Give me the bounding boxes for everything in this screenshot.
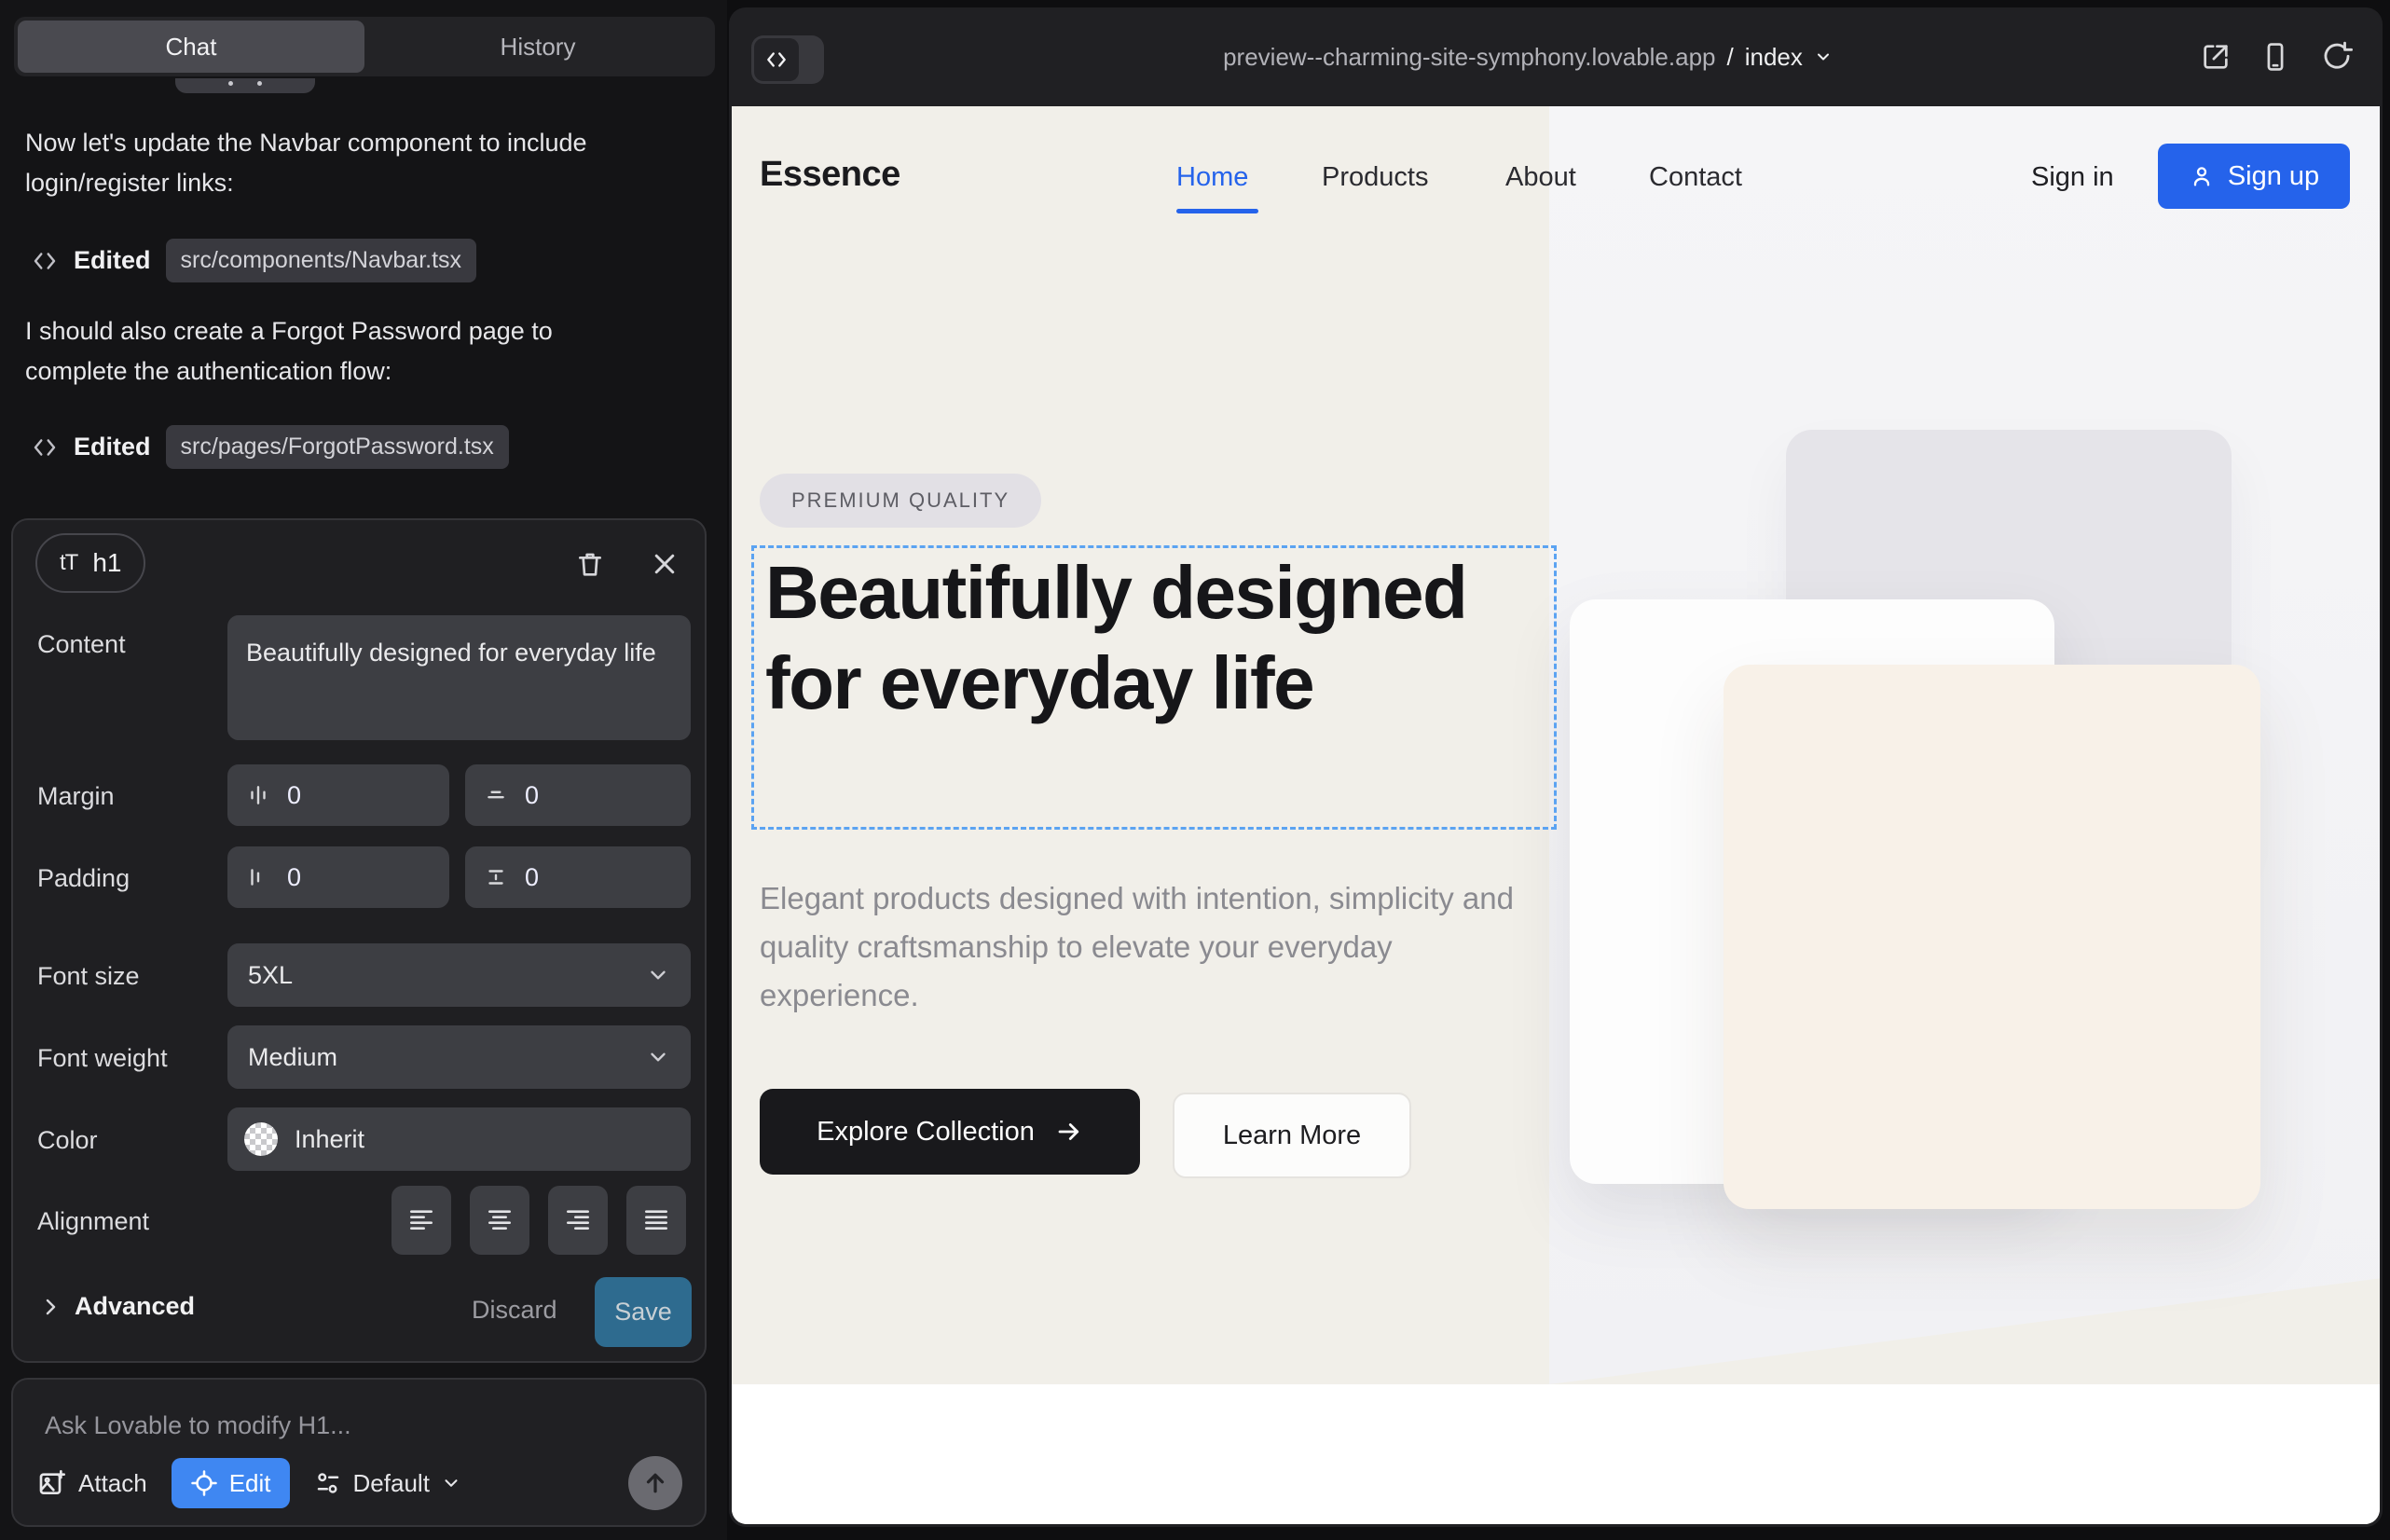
margin-vertical-icon bbox=[484, 783, 508, 807]
sign-up-button[interactable]: Sign up bbox=[2158, 144, 2350, 209]
align-center-button[interactable] bbox=[470, 1186, 529, 1255]
explore-collection-button[interactable]: Explore Collection bbox=[760, 1089, 1140, 1175]
url-domain: preview--charming-site-symphony.lovable.… bbox=[1223, 43, 1715, 72]
composer-input[interactable]: Ask Lovable to modify H1... bbox=[45, 1411, 351, 1440]
font-size-select[interactable]: 5XL bbox=[227, 943, 691, 1007]
edit-mode-button[interactable]: Edit bbox=[172, 1458, 290, 1508]
padding-horizontal-icon bbox=[246, 865, 270, 889]
nav-products[interactable]: Products bbox=[1322, 162, 1428, 193]
nav-home[interactable]: Home bbox=[1176, 162, 1248, 193]
padding-y-input[interactable]: 0 bbox=[465, 846, 691, 908]
text-type-icon: tT bbox=[60, 550, 77, 576]
code-preview-toggle[interactable] bbox=[751, 35, 824, 84]
site-viewport: Essence Home Products About Contact Sign… bbox=[732, 106, 2380, 1524]
margin-label: Margin bbox=[37, 782, 115, 811]
url-page: index bbox=[1745, 43, 1803, 72]
site-logo[interactable]: Essence bbox=[760, 155, 900, 195]
save-button[interactable]: Save bbox=[595, 1277, 692, 1347]
nav-contact[interactable]: Contact bbox=[1649, 162, 1742, 193]
edited-file-path[interactable]: src/pages/ForgotPassword.tsx bbox=[166, 425, 509, 469]
element-inspector-panel: tT h1 Content Beautifully designed for e… bbox=[11, 518, 707, 1363]
attach-button[interactable]: Attach bbox=[37, 1468, 147, 1498]
code-view-icon bbox=[754, 38, 799, 81]
code-icon bbox=[31, 433, 59, 461]
attach-image-icon bbox=[37, 1468, 67, 1498]
decorative-card-cream bbox=[1724, 665, 2260, 1209]
edited-file-path[interactable]: src/components/Navbar.tsx bbox=[166, 239, 477, 282]
chevron-down-icon bbox=[441, 1473, 461, 1493]
model-selector[interactable]: Default bbox=[314, 1469, 461, 1498]
selected-h1-outline[interactable]: Beautifully designed for everyday life bbox=[751, 545, 1557, 830]
font-weight-select[interactable]: Medium bbox=[227, 1025, 691, 1089]
preview-browser-frame: preview--charming-site-symphony.lovable.… bbox=[729, 7, 2383, 1527]
user-icon bbox=[2189, 163, 2215, 189]
margin-horizontal-icon bbox=[246, 783, 270, 807]
hero-description: Elegant products designed with intention… bbox=[760, 874, 1533, 1019]
learn-more-button[interactable]: Learn More bbox=[1173, 1093, 1411, 1178]
open-external-button[interactable] bbox=[2200, 41, 2233, 75]
alignment-label: Alignment bbox=[37, 1207, 149, 1236]
element-tag: h1 bbox=[92, 548, 121, 578]
discard-button[interactable]: Discard bbox=[472, 1296, 557, 1325]
color-select[interactable]: Inherit bbox=[227, 1107, 691, 1171]
tab-history[interactable]: History bbox=[364, 21, 711, 73]
edited-file-row: Edited src/components/Navbar.tsx bbox=[31, 239, 476, 282]
content-label: Content bbox=[37, 630, 126, 659]
collapsed-message-pill[interactable] bbox=[175, 78, 315, 93]
color-label: Color bbox=[37, 1126, 98, 1155]
edited-label: Edited bbox=[74, 433, 151, 461]
sign-in-link[interactable]: Sign in bbox=[2031, 162, 2114, 193]
advanced-toggle[interactable]: Advanced bbox=[39, 1292, 195, 1321]
chevron-down-icon bbox=[1814, 48, 1833, 66]
chat-sidebar: Chat History Now let's update the Navbar… bbox=[0, 0, 727, 1540]
premium-quality-badge: PREMIUM QUALITY bbox=[760, 474, 1041, 528]
padding-vertical-icon bbox=[484, 865, 508, 889]
assistant-message: I should also create a Forgot Password p… bbox=[25, 311, 640, 391]
site-next-section bbox=[732, 1384, 2380, 1524]
refresh-button[interactable] bbox=[2321, 41, 2355, 75]
url-separator: / bbox=[1727, 43, 1734, 72]
content-input[interactable]: Beautifully designed for everyday life bbox=[227, 615, 691, 740]
sliders-icon bbox=[314, 1469, 342, 1497]
chevron-down-icon bbox=[646, 963, 670, 987]
chat-composer: Ask Lovable to modify H1... Attach Edit bbox=[11, 1378, 707, 1527]
chevron-right-icon bbox=[39, 1296, 62, 1318]
send-button[interactable] bbox=[628, 1456, 682, 1510]
url-bar[interactable]: preview--charming-site-symphony.lovable.… bbox=[915, 7, 2140, 106]
code-icon bbox=[31, 247, 59, 275]
align-left-button[interactable] bbox=[391, 1186, 451, 1255]
delete-element-button[interactable] bbox=[565, 539, 615, 589]
assistant-message: Now let's update the Navbar component to… bbox=[25, 123, 640, 202]
margin-y-input[interactable]: 0 bbox=[465, 764, 691, 826]
transparent-swatch-icon bbox=[244, 1122, 278, 1156]
margin-x-input[interactable]: 0 bbox=[227, 764, 449, 826]
tab-chat[interactable]: Chat bbox=[18, 21, 364, 73]
chevron-down-icon bbox=[646, 1045, 670, 1069]
active-nav-underline bbox=[1176, 209, 1258, 213]
edited-label: Edited bbox=[74, 246, 151, 275]
hero-headline[interactable]: Beautifully designed for everyday life bbox=[765, 548, 1543, 729]
edited-file-row: Edited src/pages/ForgotPassword.tsx bbox=[31, 425, 509, 469]
padding-x-input[interactable]: 0 bbox=[227, 846, 449, 908]
app-root: Chat History Now let's update the Navbar… bbox=[0, 0, 2390, 1540]
padding-label: Padding bbox=[37, 864, 130, 893]
arrow-right-icon bbox=[1055, 1118, 1083, 1146]
crosshair-icon bbox=[190, 1469, 218, 1497]
close-inspector-button[interactable] bbox=[639, 539, 690, 589]
mobile-view-button[interactable] bbox=[2260, 41, 2293, 75]
align-right-button[interactable] bbox=[548, 1186, 608, 1255]
nav-about[interactable]: About bbox=[1505, 162, 1576, 193]
font-weight-label: Font weight bbox=[37, 1044, 168, 1073]
font-size-label: Font size bbox=[37, 962, 140, 991]
align-justify-button[interactable] bbox=[626, 1186, 686, 1255]
selected-element-pill[interactable]: tT h1 bbox=[35, 533, 145, 593]
sidebar-tab-bar: Chat History bbox=[14, 17, 715, 76]
